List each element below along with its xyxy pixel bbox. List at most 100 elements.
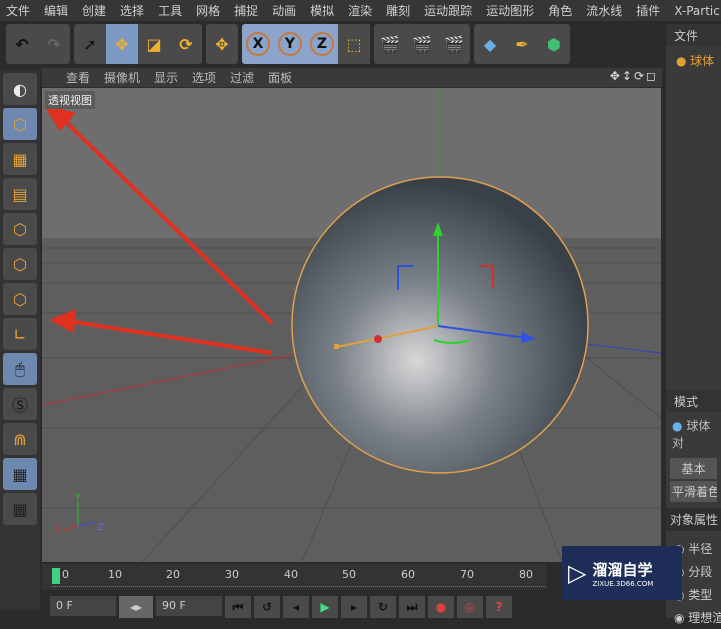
viewport-menu-display[interactable]: 显示 bbox=[154, 69, 178, 86]
viewport-menu-panel[interactable]: 面板 bbox=[268, 69, 292, 86]
play-logo-icon: ▷ bbox=[568, 559, 587, 587]
coordinate-system-icon[interactable]: ⬚ bbox=[338, 24, 370, 64]
menu-pipeline[interactable]: 流水线 bbox=[586, 2, 622, 19]
menu-sculpt[interactable]: 雕刻 bbox=[386, 2, 410, 19]
model-mode-icon[interactable]: ⬡ bbox=[3, 108, 37, 140]
snap-icon[interactable]: ⋒ bbox=[3, 423, 37, 455]
playhead[interactable] bbox=[52, 568, 60, 584]
viewport-menu-camera[interactable]: 摄像机 bbox=[104, 69, 140, 86]
workplane-rotate-icon[interactable]: ▦ bbox=[3, 493, 37, 525]
menu-plugins[interactable]: 插件 bbox=[636, 2, 660, 19]
attr-object-name: ● 球体对 bbox=[672, 419, 711, 450]
tick-label: 40 bbox=[284, 568, 298, 581]
object-name: 球体 bbox=[690, 54, 715, 68]
cube-icon[interactable]: ◆ bbox=[474, 24, 506, 64]
object-item-sphere[interactable]: ● 球体 bbox=[666, 46, 721, 69]
z-axis-lock-button[interactable]: Z bbox=[310, 32, 334, 56]
sphere-object[interactable] bbox=[291, 176, 589, 474]
y-axis-lock-button[interactable]: Y bbox=[278, 32, 302, 56]
menu-render[interactable]: 渲染 bbox=[348, 2, 372, 19]
undo-button[interactable]: ↶ bbox=[6, 24, 38, 64]
perspective-viewport[interactable]: Y X Z 透视视图 bbox=[42, 88, 661, 562]
prop-label: 理想渲 bbox=[688, 611, 721, 625]
solo-icon[interactable]: Ⓢ bbox=[3, 388, 37, 420]
viewport-menu-filter[interactable]: 过滤 bbox=[230, 69, 254, 86]
section-object-properties: 对象属性 bbox=[666, 508, 721, 531]
viewport-menu-view[interactable]: 查看 bbox=[66, 69, 90, 86]
x-axis-lock-button[interactable]: X bbox=[246, 32, 270, 56]
viewport-nav-icons[interactable]: ✥↕⟳◻ bbox=[610, 69, 658, 83]
menu-file[interactable]: 文件 bbox=[6, 2, 30, 19]
menu-snap[interactable]: 捕捉 bbox=[234, 2, 258, 19]
frame-range-slider[interactable]: ◂▸ bbox=[119, 596, 153, 618]
axis-mode-icon[interactable]: ∟ bbox=[3, 318, 37, 350]
tab-basic[interactable]: 基本 bbox=[670, 458, 717, 479]
tab-smooth-shading[interactable]: 平滑着色( bbox=[670, 481, 717, 502]
objects-tab[interactable]: 文件 bbox=[666, 24, 721, 46]
tweak-mode-icon[interactable]: 🖱 bbox=[3, 353, 37, 385]
start-frame-field[interactable]: 0 F bbox=[50, 596, 116, 616]
play-button[interactable]: ▶ bbox=[312, 596, 338, 618]
viewport-scene: Y X Z bbox=[42, 88, 661, 562]
texture-mode-icon[interactable]: ▦ bbox=[3, 143, 37, 175]
menu-simulate[interactable]: 模拟 bbox=[310, 2, 334, 19]
menu-x-particles[interactable]: X-Particles bbox=[674, 4, 721, 18]
tick-label: 70 bbox=[460, 568, 474, 581]
menu-character[interactable]: 角色 bbox=[548, 2, 572, 19]
viewport-label: 透视视图 bbox=[45, 91, 95, 109]
make-editable-icon[interactable]: ◐ bbox=[3, 73, 37, 105]
tick-label: 10 bbox=[108, 568, 122, 581]
edges-mode-icon[interactable]: ⬡ bbox=[3, 248, 37, 280]
svg-text:Z: Z bbox=[98, 523, 104, 533]
next-key-button[interactable]: ↻ bbox=[370, 596, 396, 618]
record-key-icon[interactable]: ● bbox=[428, 596, 454, 618]
right-panel: 文件 ● 球体 模式 ● 球体对 基本 平滑着色( 对象属性 ◉ 半径 ◉ 分段… bbox=[666, 24, 721, 625]
menu-motion-tracking[interactable]: 运动跟踪 bbox=[424, 2, 472, 19]
watermark-logo: ▷ 溜溜自学 ZIXUE.3D66.COM bbox=[562, 546, 682, 600]
rotate-tool-icon[interactable]: ⟳ bbox=[170, 24, 202, 64]
menu-animate[interactable]: 动画 bbox=[272, 2, 296, 19]
auto-key-icon[interactable]: ◎ bbox=[457, 596, 483, 618]
pen-icon[interactable]: ✒ bbox=[506, 24, 538, 64]
viewport-menu: 查看 摄像机 显示 选项 过滤 面板 ✥↕⟳◻ bbox=[42, 68, 662, 87]
prop-label: 半径 bbox=[688, 542, 713, 556]
workplane-lock-icon[interactable]: ▦ bbox=[3, 458, 37, 490]
recent-tool-icon[interactable]: ✥ bbox=[206, 24, 238, 64]
menu-select[interactable]: 选择 bbox=[120, 2, 144, 19]
workplane-icon[interactable]: ▤ bbox=[3, 178, 37, 210]
watermark-name: 溜溜自学 bbox=[592, 560, 653, 579]
menu-mesh[interactable]: 网格 bbox=[196, 2, 220, 19]
keyframe-selection-icon[interactable]: ? bbox=[486, 596, 512, 618]
viewport-menu-options[interactable]: 选项 bbox=[192, 69, 216, 86]
svg-text:Y: Y bbox=[74, 493, 81, 503]
menu-create[interactable]: 创建 bbox=[82, 2, 106, 19]
polygons-mode-icon[interactable]: ⬡ bbox=[3, 283, 37, 315]
render-settings-icon[interactable]: 🎬 bbox=[438, 24, 470, 64]
menu-mograph[interactable]: 运动图形 bbox=[486, 2, 534, 19]
svg-text:X: X bbox=[55, 525, 61, 535]
tick-label: 50 bbox=[342, 568, 356, 581]
next-frame-button[interactable]: ▸ bbox=[341, 596, 367, 618]
redo-button[interactable]: ↷ bbox=[38, 24, 70, 64]
attributes-mode-tab[interactable]: 模式 bbox=[666, 390, 721, 412]
go-to-end-button[interactable]: ⏭ bbox=[399, 596, 425, 618]
tick-label: 0 bbox=[62, 568, 69, 581]
select-tool-icon[interactable]: ➚ bbox=[74, 24, 106, 64]
previous-frame-button[interactable]: ◂ bbox=[283, 596, 309, 618]
render-picture-viewer-icon[interactable]: 🎬 bbox=[406, 24, 438, 64]
move-tool-icon[interactable]: ✥ bbox=[106, 24, 138, 64]
render-view-icon[interactable]: 🎬 bbox=[374, 24, 406, 64]
tick-label: 20 bbox=[166, 568, 180, 581]
go-to-start-button[interactable]: ⏮ bbox=[225, 596, 251, 618]
previous-key-button[interactable]: ↺ bbox=[254, 596, 280, 618]
points-mode-icon[interactable]: ⬡ bbox=[3, 213, 37, 245]
menu-tools[interactable]: 工具 bbox=[158, 2, 182, 19]
subdivision-icon[interactable]: ⬢ bbox=[538, 24, 570, 64]
timeline-ruler[interactable]: 0 10 20 30 40 50 60 70 80 bbox=[42, 564, 546, 590]
main-toolbar: ↶ ↷ ➚ ✥ ◪ ⟳ ✥ X Y Z ⬚ 🎬 🎬 🎬 ◆ ✒ ⬢ bbox=[0, 24, 666, 66]
end-frame-field[interactable]: 90 F bbox=[156, 596, 222, 616]
tick-label: 80 bbox=[519, 568, 533, 581]
scale-tool-icon[interactable]: ◪ bbox=[138, 24, 170, 64]
prop-label: 分段 bbox=[688, 565, 713, 579]
menu-edit[interactable]: 编辑 bbox=[44, 2, 68, 19]
